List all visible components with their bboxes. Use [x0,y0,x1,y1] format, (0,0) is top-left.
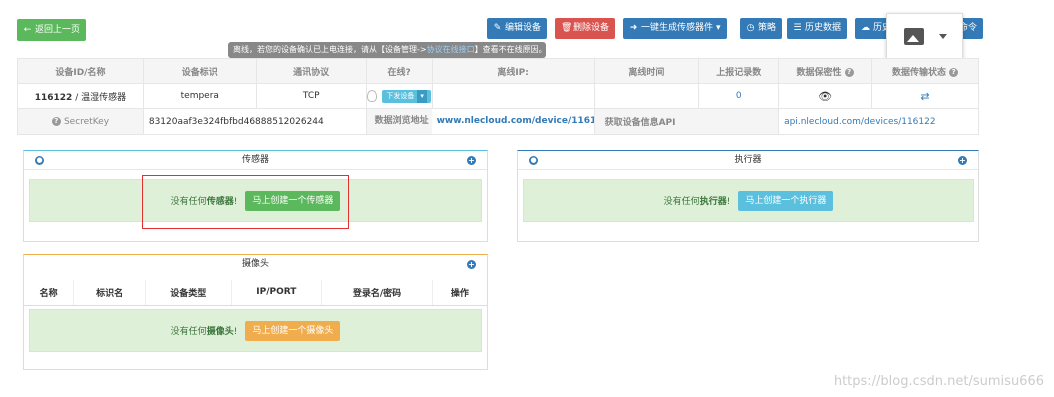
watermark: https://blog.csdn.net/sumisu666 [833,374,1044,389]
exchange-icon[interactable]: ⇄ [920,90,929,103]
collapse-icon[interactable]: ● [35,156,44,165]
question-icon[interactable]: ? [844,67,854,77]
header-online: 在线? [365,58,433,84]
api-url-link[interactable]: api.nlecloud.com/devices/116122 [784,117,935,127]
edit-device-label: 编辑设备 [505,23,542,33]
report-count-cell: 0 [698,83,780,109]
transfer-status-cell: ⇄ [871,83,979,109]
secretkey-value: 83120aaf3e324fbfbd46888512026244 [142,108,367,135]
camera-empty-alert: 没有任何摄像头! 马上创建一个摄像头 [29,309,482,352]
device-tag-cell: tempera [142,83,257,109]
image-widget[interactable] [886,13,963,60]
dispatch-device-label: 下发设备 [386,91,415,100]
delete-device-label: 删除设备 [573,23,610,33]
header-offline-time: 离线时间 [593,58,700,84]
offline-ip-cell [431,83,595,109]
question-icon[interactable]: ? [949,67,959,77]
browse-url-link[interactable]: www.nlecloud.com/device/116122 [431,109,594,134]
protocol-cell: TCP [255,83,367,109]
actuator-empty-text: 没有任何执行器! [663,197,731,207]
history-data-label: 历史数据 [805,23,842,33]
col-ip-port: IP/PORT [231,280,323,306]
header-protocol: 通讯协议 [255,58,367,84]
caret-down-icon: ▾ [716,23,721,33]
caret-down-icon: ▾ [417,89,427,103]
browse-address-label: 数据浏览地址 www.nlecloud.com/device/116122 [365,108,595,135]
device-id: 116122 [34,92,73,103]
tooltip-text-end: 】查看不在线原因。 [474,45,546,54]
back-button-label: 返回上一页 [35,24,81,35]
col-name: 名称 [24,280,75,306]
clock-icon: ◷ [746,23,755,33]
camera-empty-text: 没有任何摄像头! [170,327,238,337]
create-actuator-button[interactable]: 马上创建一个执行器 [738,190,834,211]
camera-panel-header: 摄像头 + [24,255,487,274]
sensor-panel-header: ● 传感器 + [24,151,487,170]
highlight-box [142,175,349,229]
header-offline-ip: 离线IP: [431,58,595,84]
arrow-right-icon: ➜ [629,23,638,33]
api-label-cell: 获取设备信息API [593,108,780,135]
add-icon[interactable]: + [958,156,967,165]
header-transfer-status-label: 数据传输状态 [891,67,946,78]
col-device-type: 设备类型 [145,280,232,306]
cloud-icon: ☁ [861,23,870,33]
offline-time-cell [593,83,700,109]
actuator-panel: ● 执行器 + 没有任何执行器! 马上创建一个执行器 [517,150,979,242]
strategy-label: 策略 [758,23,777,33]
col-login: 登录名/密码 [321,280,433,306]
back-button[interactable]: ← 返回上一页 [17,19,87,41]
header-data-secrecy: 数据保密性 ? [778,58,873,84]
image-icon [904,28,924,45]
api-label: 获取设备信息API [604,118,676,128]
actuator-panel-header: ● 执行器 + [518,151,978,170]
tooltip-text: 离线，若您的设备确认已上电连接，请从【设备管理-> [233,45,427,54]
delete-device-button[interactable]: 🗑 删除设备 [555,18,616,39]
header-data-secrecy-label: 数据保密性 [796,67,842,78]
camera-table: 名称 标识名 设备类型 IP/PORT 登录名/密码 操作 [24,280,487,306]
actuator-empty-alert: 没有任何执行器! 马上创建一个执行器 [523,179,974,222]
sensor-panel-title: 传感器 [241,155,269,165]
gen-sensor-label: 一键生成传感器件 [641,23,714,33]
device-name: / 温湿传感器 [75,92,127,103]
api-url-cell: api.nlecloud.com/devices/116122 [778,108,979,135]
data-secrecy-cell: 👁 [778,83,873,109]
secretkey-label-cell: ? SecretKey [17,108,144,135]
collapse-icon[interactable]: ● [529,156,538,165]
actuator-panel-title: 执行器 [734,155,762,165]
online-cell: 下发设备 ▾ [365,83,433,109]
add-icon[interactable]: + [467,260,476,269]
edit-device-button[interactable]: ✎ 编辑设备 [487,18,548,39]
header-device-id: 设备ID/名称 [17,58,144,84]
device-id-cell: 116122 / 温湿传感器 [17,83,144,109]
trash-icon: 🗑 [561,23,573,33]
list-icon: ☰ [793,23,802,33]
eye-slash-icon[interactable]: 👁 [818,90,832,103]
strategy-button[interactable]: ◷ 策略 [740,18,783,39]
device-info-table: 设备ID/名称 设备标识 通讯协议 在线? 离线IP: 离线时间 上报记录数 数… [17,58,979,135]
col-action: 操作 [432,280,487,306]
tooltip-link[interactable]: 协议在线接口 [427,45,475,54]
arrow-left-icon: ← [23,24,32,35]
camera-panel: 摄像头 + 名称 标识名 设备类型 IP/PORT 登录名/密码 操作 没有任何… [23,254,488,370]
report-count-link[interactable]: 0 [736,91,742,101]
gen-sensor-button[interactable]: ➜ 一键生成传感器件 ▾ [623,18,727,39]
header-transfer-status: 数据传输状态 ? [871,58,979,84]
offline-tooltip: 离线，若您的设备确认已上电连接，请从【设备管理->协议在线接口】查看不在线原因。 [228,42,546,58]
add-icon[interactable]: + [467,156,476,165]
chevron-down-icon [939,34,947,39]
header-device-tag: 设备标识 [142,58,257,84]
header-report-count: 上报记录数 [698,58,780,84]
bulb-icon [367,90,378,102]
create-camera-button[interactable]: 马上创建一个摄像头 [245,320,341,341]
history-data-button[interactable]: ☰ 历史数据 [787,18,848,39]
dispatch-device-button[interactable]: 下发设备 ▾ [382,89,431,103]
browse-label-text: 数据浏览地址 [374,116,429,126]
col-identifier: 标识名 [73,280,146,306]
question-icon[interactable]: ? [51,116,61,126]
secretkey-label: SecretKey [63,116,110,127]
edit-icon: ✎ [493,23,502,33]
camera-panel-title: 摄像头 [241,259,269,269]
